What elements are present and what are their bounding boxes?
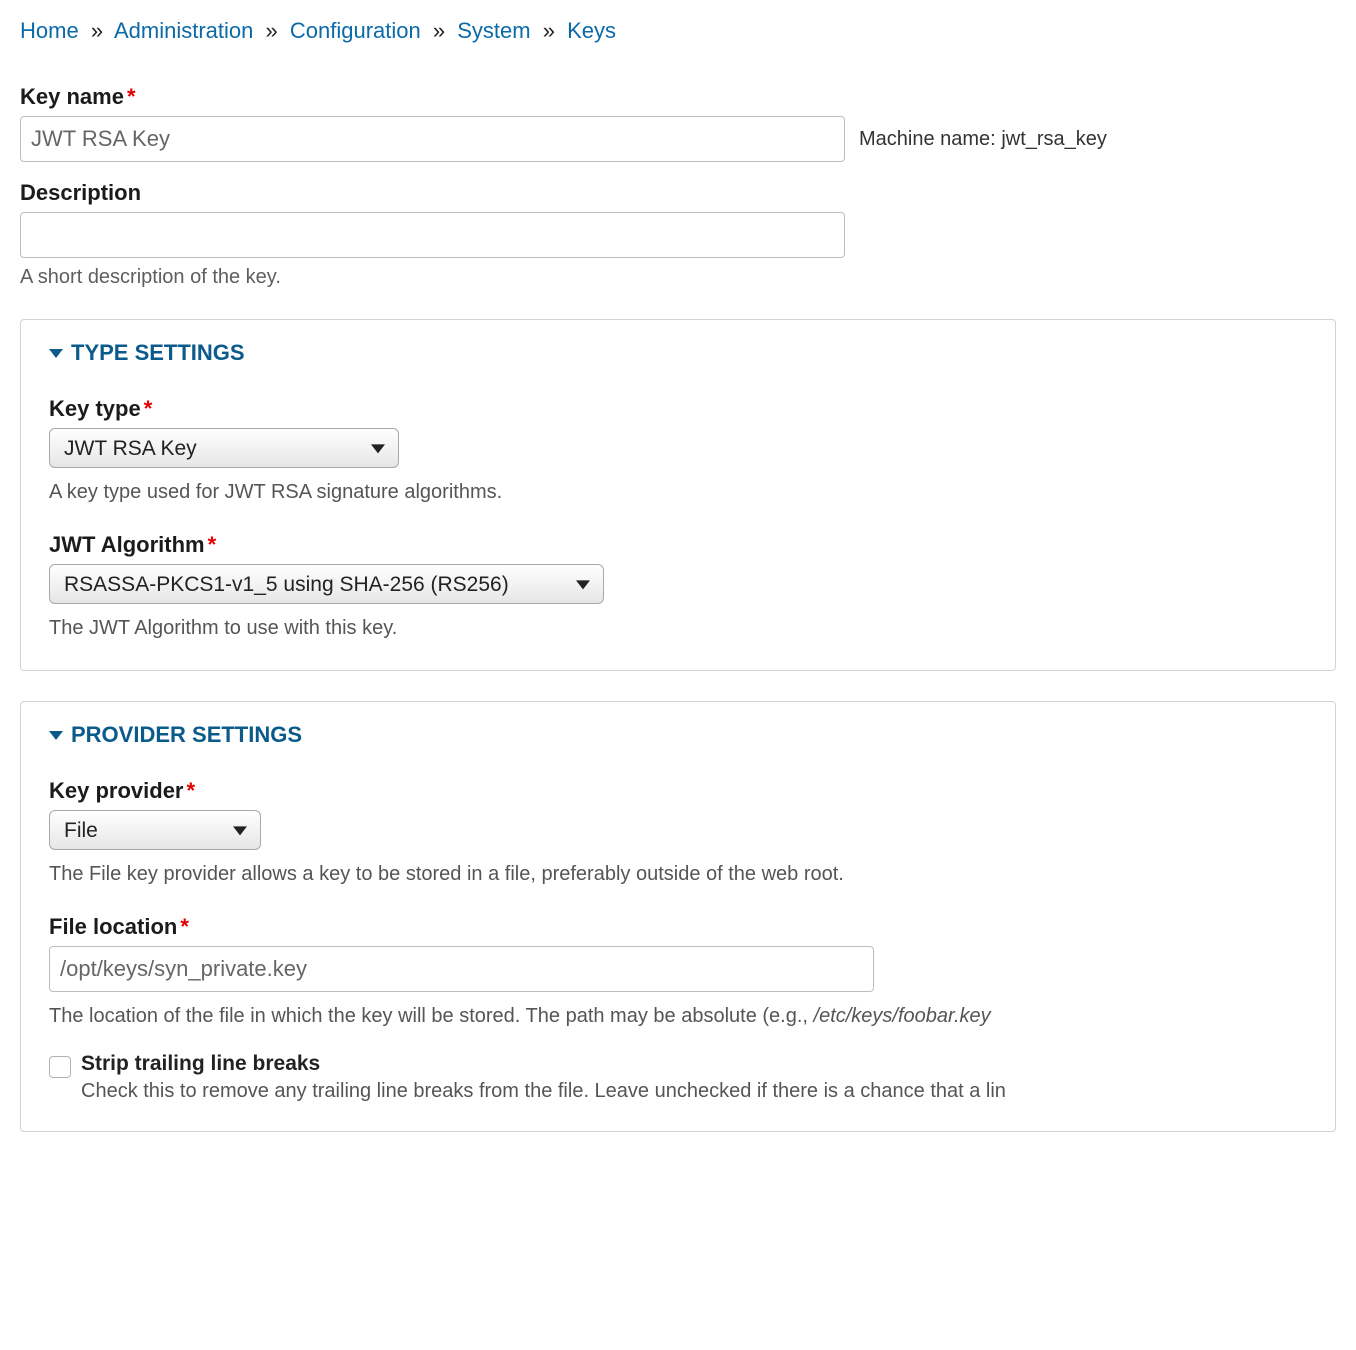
breadcrumb-separator: » (433, 18, 445, 43)
key-type-label-text: Key type (49, 396, 141, 421)
key-name-label-text: Key name (20, 84, 124, 109)
breadcrumb-separator: » (265, 18, 277, 43)
file-location-input[interactable] (49, 946, 874, 992)
jwt-algorithm-field-wrapper: JWT Algorithm* RSASSA-PKCS1-v1_5 using S… (49, 532, 1307, 642)
file-location-help-prefix: The location of the file in which the ke… (49, 1005, 814, 1027)
jwt-algorithm-label: JWT Algorithm* (49, 532, 1307, 558)
description-help-text: A short description of the key. (20, 266, 1336, 289)
machine-name-value: jwt_rsa_key (1001, 128, 1107, 150)
required-star-icon: * (208, 532, 217, 557)
provider-settings-legend: Provider Settings (71, 722, 302, 748)
key-provider-select[interactable]: File (49, 810, 261, 850)
breadcrumb-link-system[interactable]: System (457, 18, 530, 43)
key-type-label: Key type* (49, 396, 1307, 422)
breadcrumb-link-administration[interactable]: Administration (114, 18, 253, 43)
key-name-input[interactable] (20, 116, 845, 162)
breadcrumb-link-home[interactable]: Home (20, 18, 79, 43)
jwt-algorithm-help-text: The JWT Algorithm to use with this key. (49, 614, 1307, 642)
jwt-algorithm-select[interactable]: RSASSA-PKCS1-v1_5 using SHA-256 (RS256) (49, 564, 604, 604)
required-star-icon: * (180, 914, 189, 939)
chevron-down-icon (49, 731, 63, 740)
description-input[interactable] (20, 212, 845, 258)
file-location-label-text: File location (49, 914, 177, 939)
key-provider-help-text: The File key provider allows a key to be… (49, 860, 1307, 888)
file-location-field-wrapper: File location* The location of the file … (49, 914, 1307, 1030)
machine-name-display: Machine name: jwt_rsa_key (859, 128, 1107, 151)
key-provider-field-wrapper: Key provider* File The File key provider… (49, 778, 1307, 888)
machine-name-label: Machine name: (859, 128, 996, 150)
key-provider-label: Key provider* (49, 778, 1307, 804)
key-type-help-text: A key type used for JWT RSA signature al… (49, 478, 1307, 506)
type-settings-legend: Type Settings (71, 340, 245, 366)
description-field-wrapper: Description A short description of the k… (20, 180, 1336, 289)
key-provider-label-text: Key provider (49, 778, 184, 803)
key-type-field-wrapper: Key type* JWT RSA Key A key type used fo… (49, 396, 1307, 506)
breadcrumb: Home » Administration » Configuration » … (20, 18, 1336, 44)
strip-trailing-help-text: Check this to remove any trailing line b… (81, 1080, 1006, 1103)
type-settings-summary[interactable]: Type Settings (49, 340, 1307, 366)
breadcrumb-separator: » (91, 18, 103, 43)
key-name-label: Key name* (20, 84, 1336, 110)
description-label: Description (20, 180, 1336, 206)
provider-settings-summary[interactable]: Provider Settings (49, 722, 1307, 748)
type-settings-fieldset: Type Settings Key type* JWT RSA Key A ke… (20, 319, 1336, 671)
required-star-icon: * (144, 396, 153, 421)
file-location-label: File location* (49, 914, 1307, 940)
strip-trailing-checkbox[interactable] (49, 1056, 71, 1078)
breadcrumb-separator: » (543, 18, 555, 43)
provider-settings-fieldset: Provider Settings Key provider* File The… (20, 701, 1336, 1132)
strip-trailing-label: Strip trailing line breaks (81, 1052, 1006, 1076)
file-location-help-text: The location of the file in which the ke… (49, 1002, 1307, 1030)
file-location-help-example: /etc/keys/foobar.key (814, 1005, 991, 1027)
breadcrumb-link-configuration[interactable]: Configuration (290, 18, 421, 43)
strip-trailing-field-wrapper: Strip trailing line breaks Check this to… (49, 1052, 1307, 1103)
required-star-icon: * (187, 778, 196, 803)
key-type-select[interactable]: JWT RSA Key (49, 428, 399, 468)
chevron-down-icon (49, 349, 63, 358)
required-star-icon: * (127, 84, 136, 109)
jwt-algorithm-label-text: JWT Algorithm (49, 532, 205, 557)
key-name-field-wrapper: Key name* Machine name: jwt_rsa_key (20, 84, 1336, 162)
breadcrumb-link-keys[interactable]: Keys (567, 18, 616, 43)
